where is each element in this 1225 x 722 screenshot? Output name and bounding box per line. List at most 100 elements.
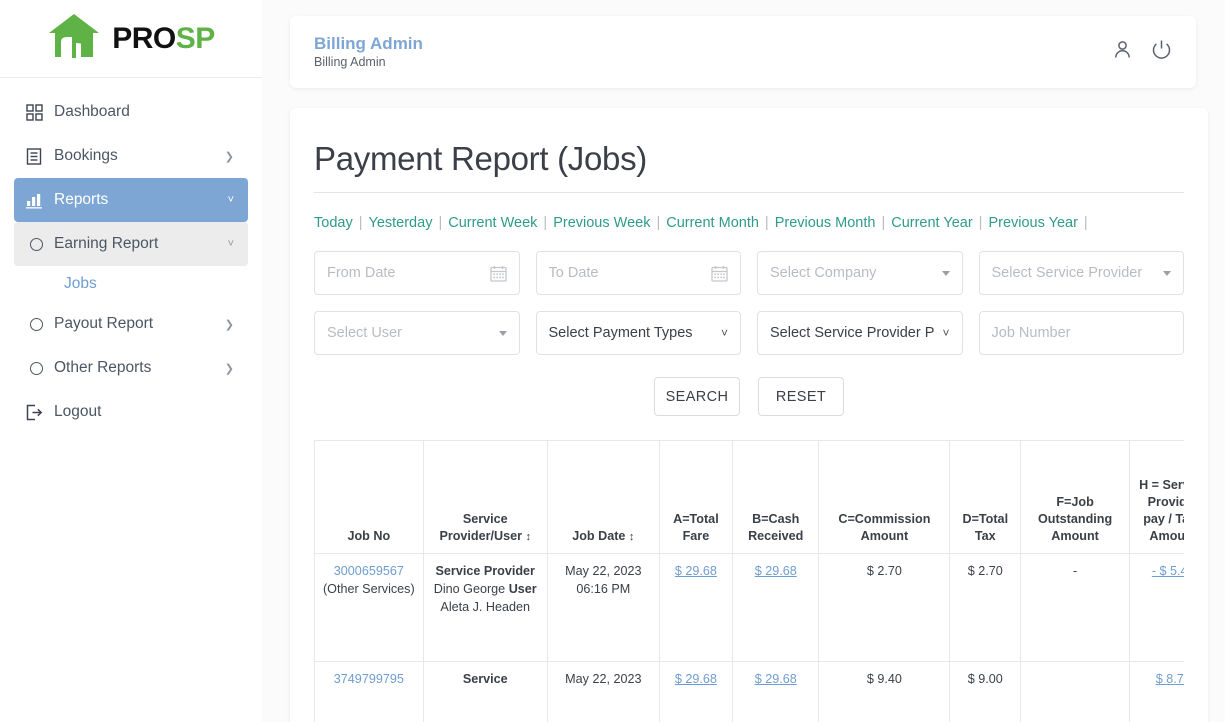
quick-filter-current-month[interactable]: Current Month [666,215,759,231]
payment-types-select-value: Select Payment Types [548,325,693,341]
sidebar-item-bookings[interactable]: Bookings ❯ [14,134,248,178]
cell-total-fare: $ 29.68 [658,661,733,722]
th-commission-amount[interactable]: C=Commission Amount [818,441,951,554]
to-date-input[interactable]: To Date [535,251,741,295]
house-logo-icon [47,12,101,65]
cell-job-no: 3000659567 (Other Services) [314,553,424,662]
chevron-down-icon: ˅ [227,238,234,250]
circle-icon [26,317,54,331]
sidebar-item-earning-report[interactable]: Earning Report ˅ [14,222,248,266]
th-service-provider-user[interactable]: Service Provider/User ↕ [422,441,548,554]
separator: | [358,215,363,231]
total-fare-link[interactable]: $ 29.68 [675,672,717,686]
quick-filter-links: Today | Yesterday | Current Week | Previous We… [314,215,1184,231]
th-cash-received[interactable]: B=Cash Received [731,441,820,554]
th-total-fare[interactable]: A=Total Fare [658,441,733,554]
power-icon[interactable] [1151,39,1172,65]
cell-job-date: May 22, 2023 06:16 PM [546,553,660,662]
circle-icon [26,361,54,375]
sidebar-item-other-reports[interactable]: Other Reports ❯ [14,346,248,390]
separator: | [438,215,443,231]
reset-button[interactable]: RESET [758,377,844,416]
cell-commission-amount: $ 9.40 [818,661,951,722]
sidebar-nav: Dashboard Bookings ❯ Reports ˅ Earning R… [0,78,262,434]
quick-filter-current-year[interactable]: Current Year [891,215,972,231]
form-buttons: SEARCH RESET [314,377,1184,416]
table-row: 3000659567 (Other Services) Service Prov… [314,553,1184,662]
provider-label: Service [462,671,508,686]
title-divider [314,192,1184,193]
calendar-icon[interactable] [489,265,507,282]
caret-down-icon [498,330,507,336]
th-total-tax[interactable]: D=Total Tax [949,441,1022,554]
sidebar-item-jobs[interactable]: Jobs [14,266,248,302]
person-icon[interactable] [1112,39,1133,65]
sidebar-item-label: Dashboard [54,103,130,120]
cell-total-tax: $ 2.70 [949,553,1022,662]
cell-provider-pay: $ 8.70 [1128,661,1184,722]
calendar-icon[interactable] [711,265,728,282]
from-date-input[interactable]: From Date [314,251,520,295]
logo[interactable]: PROSP [0,0,262,78]
quick-filter-today[interactable]: Today [314,215,353,231]
header-actions [1112,39,1172,65]
sort-icon[interactable]: ↕ [526,530,532,545]
cell-commission-amount: $ 2.70 [818,553,951,662]
job-number-placeholder: Job Number [991,325,1071,341]
th-job-no[interactable]: Job No [314,441,424,554]
separator: | [764,215,769,231]
header-title: Billing Admin [314,33,423,53]
main-content-card: Payment Report (Jobs) Today | Yesterday | Cu… [290,108,1208,722]
caret-down-icon [1163,270,1171,276]
cell-job-no: 3749799795 [314,661,424,722]
provider-pay-link[interactable]: - $ 5.40 [1152,564,1184,578]
separator: | [656,215,661,231]
cash-received-link[interactable]: $ 29.68 [755,564,797,578]
th-provider-pay[interactable]: H = Service Provider pay / Take Amount [1128,441,1184,554]
search-button[interactable]: SEARCH [654,377,740,416]
quick-filter-previous-week[interactable]: Previous Week [553,215,650,231]
logout-icon [26,404,54,421]
chevron-down-icon: ˅ [942,326,950,340]
sidebar-item-label: Bookings [54,147,118,164]
sidebar-item-payout-report[interactable]: Payout Report ❯ [14,302,248,346]
job-number-input[interactable]: Job Number [978,311,1184,355]
th-job-date[interactable]: Job Date ↕ [546,441,660,554]
page-title: Payment Report (Jobs) [314,140,647,177]
sidebar-item-reports[interactable]: Reports ˅ [14,178,248,222]
sort-icon[interactable]: ↕ [629,530,635,545]
company-select[interactable]: Select Company [757,251,963,295]
service-provider-select-value: Select Service Provider [991,265,1143,281]
logo-text-pro: PRO [112,21,176,55]
provider-pay-link[interactable]: $ 8.70 [1156,672,1184,686]
quick-filter-current-week[interactable]: Current Week [448,215,537,231]
grid-icon [26,103,54,121]
sidebar-item-label: Payout Report [54,315,154,332]
job-no-link[interactable]: 3000659567 [334,564,404,578]
payment-types-select[interactable]: Select Payment Types ˅ [535,311,741,355]
chevron-down-icon: ˅ [227,194,234,206]
sidebar-item-label: Earning Report [54,235,159,252]
report-table-scroll[interactable]: Job No Service Provider/User ↕ Job Date … [314,440,1184,722]
table-header-row: Job No Service Provider/User ↕ Job Date … [314,441,1184,554]
user-select[interactable]: Select User [314,311,520,355]
logo-text: PROSP [112,21,215,55]
service-provider-pay-select-value: Select Service Provider P [770,325,935,341]
header-titles: Billing Admin Billing Admin [314,33,1112,72]
quick-filter-yesterday[interactable]: Yesterday [368,215,432,231]
quick-filter-previous-year[interactable]: Previous Year [988,215,1077,231]
job-no-link[interactable]: 3749799795 [334,672,404,686]
cell-provider-pay: - $ 5.40 [1128,553,1184,662]
sidebar-item-dashboard[interactable]: Dashboard [14,90,248,134]
separator: | [978,215,983,231]
quick-filter-previous-month[interactable]: Previous Month [775,215,876,231]
service-provider-select[interactable]: Select Service Provider [978,251,1184,295]
total-fare-link[interactable]: $ 29.68 [675,564,717,578]
service-provider-pay-select[interactable]: Select Service Provider P ˅ [757,311,963,355]
cell-job-date: May 22, 2023 [546,661,660,722]
user-label: User [508,581,537,596]
cash-received-link[interactable]: $ 29.68 [755,672,797,686]
job-no-sub: (Other Services) [322,581,415,596]
sidebar-item-logout[interactable]: Logout [14,390,248,434]
th-outstanding-amount[interactable]: F=Job Outstanding Amount [1020,441,1130,554]
